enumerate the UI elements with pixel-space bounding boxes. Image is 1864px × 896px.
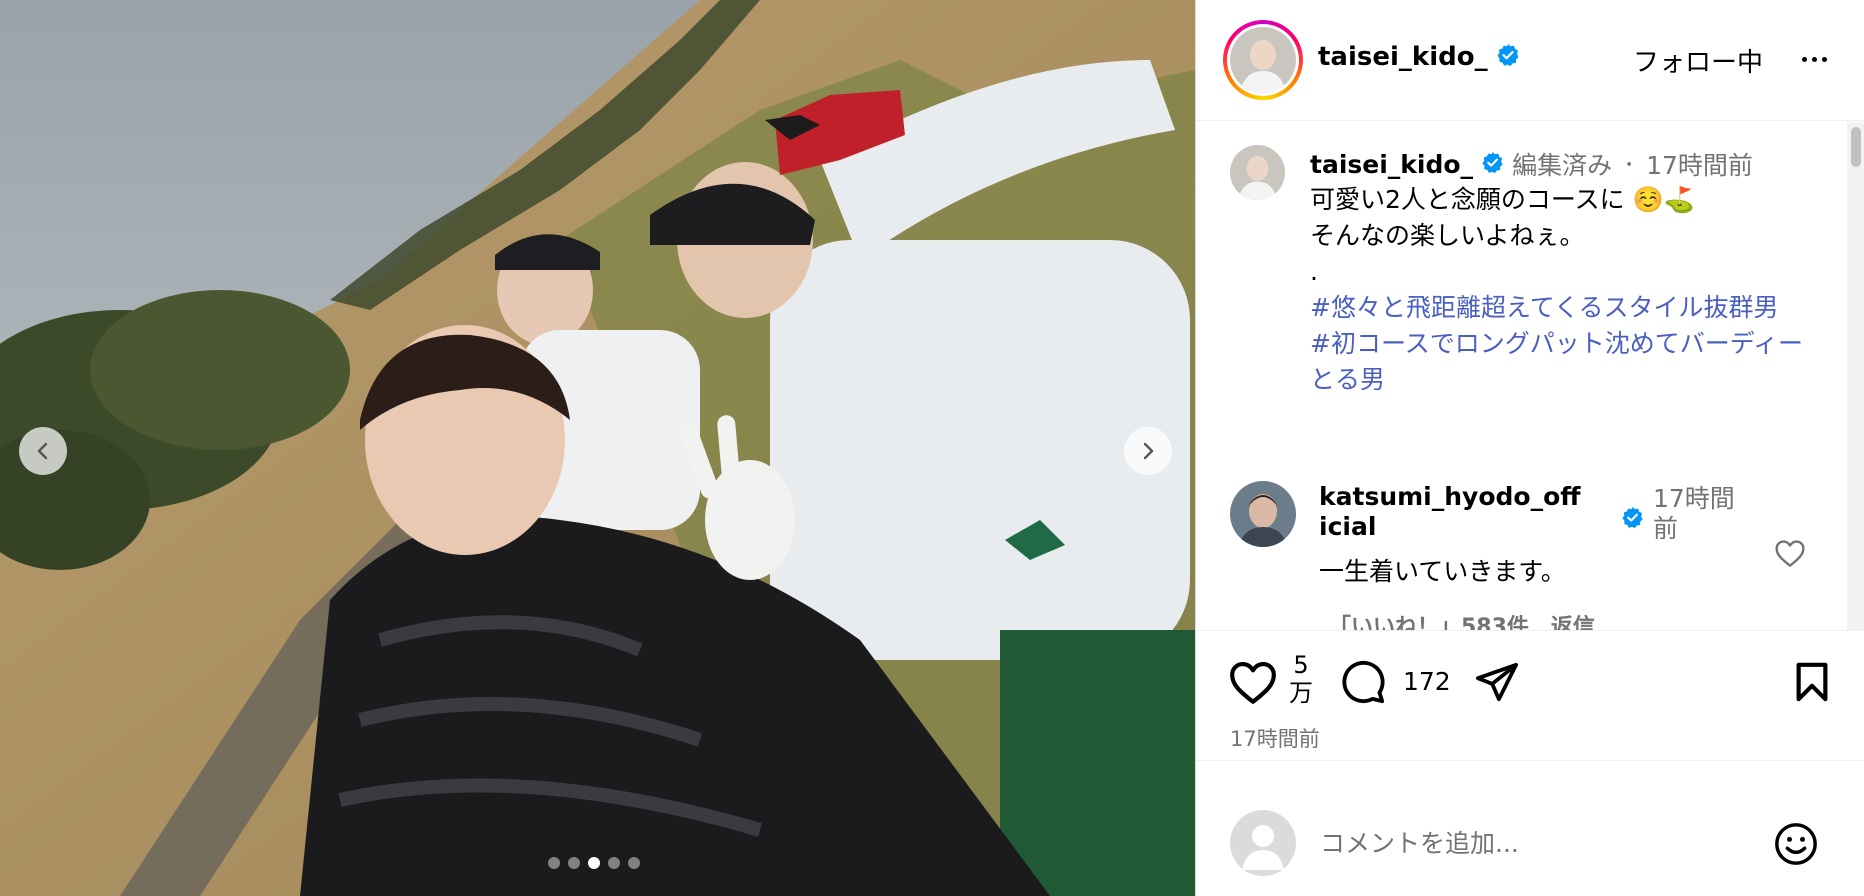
- more-options-icon[interactable]: [1796, 44, 1832, 74]
- caption-timestamp[interactable]: 17時間前: [1646, 146, 1753, 182]
- like-heart-icon[interactable]: [1228, 659, 1278, 709]
- like-count-char: 万: [1289, 679, 1313, 707]
- comment-likes-reply[interactable]: 「いいね！」583件 返信: [1329, 609, 1595, 630]
- caption-line: そんなの楽しいよねぇ。: [1310, 221, 1585, 250]
- comment-count: 172: [1403, 667, 1451, 696]
- meta-separator: ・: [1620, 155, 1639, 176]
- commenter-avatar[interactable]: [1230, 481, 1296, 547]
- emoji-smiley-icon[interactable]: [1773, 821, 1819, 871]
- hashtag-link[interactable]: #悠々と飛距離超えてくるスタイル抜群男: [1310, 290, 1810, 326]
- verified-badge-icon: [1621, 506, 1644, 533]
- caption-line: .: [1310, 257, 1318, 286]
- edited-label: 編集済み: [1512, 151, 1613, 180]
- author-avatar: [1230, 27, 1296, 93]
- verified-badge-icon: [1496, 43, 1520, 71]
- caption-author-avatar[interactable]: [1230, 145, 1285, 200]
- author-avatar-story-ring[interactable]: [1223, 20, 1303, 100]
- previous-photo-button[interactable]: [19, 427, 67, 475]
- chevron-right-icon: [1143, 442, 1154, 460]
- comments-scrollbar[interactable]: [1847, 122, 1864, 630]
- comment-timestamp[interactable]: 17時間前: [1653, 484, 1753, 544]
- verified-badge-icon: [1481, 151, 1504, 178]
- carousel-dot: [588, 857, 600, 869]
- chevron-left-icon: [37, 442, 48, 460]
- post-actions: 5万 172 17時間前: [1196, 630, 1864, 760]
- caption-line: 可愛い2人と念願のコースに ☺️⛳: [1310, 185, 1695, 214]
- hashtag-link[interactable]: #初コースでロングパット沈めてバーディーとる男: [1310, 326, 1810, 398]
- share-paper-plane-icon[interactable]: [1474, 661, 1520, 707]
- caption-username[interactable]: taisei_kido_: [1310, 150, 1473, 179]
- carousel-indicator: [548, 857, 640, 869]
- current-user-avatar: [1230, 810, 1296, 876]
- comment-text: 一生着いていきます。: [1319, 557, 1566, 586]
- bookmark-icon[interactable]: [1792, 661, 1832, 707]
- add-comment-bar: [1196, 760, 1864, 896]
- author-username[interactable]: taisei_kido_: [1318, 42, 1488, 72]
- carousel-dot: [548, 857, 560, 869]
- post-side-panel: taisei_kido_ フォロー中 taisei_kido_ 編集済み ・ 1…: [1195, 0, 1864, 896]
- comment-like-heart-icon[interactable]: [1774, 538, 1806, 572]
- post-timestamp[interactable]: 17時間前: [1230, 723, 1320, 753]
- like-count[interactable]: 5万: [1288, 651, 1314, 707]
- next-photo-button[interactable]: [1124, 427, 1172, 475]
- post-header: taisei_kido_ フォロー中: [1196, 0, 1864, 121]
- carousel-dot: [608, 857, 620, 869]
- comment-bubble-icon[interactable]: [1339, 659, 1387, 709]
- like-count-char: 5: [1293, 651, 1309, 679]
- comments-section[interactable]: taisei_kido_ 編集済み ・ 17時間前 可愛い2人と念願のコースに …: [1196, 122, 1864, 630]
- caption-text: 可愛い2人と念願のコースに ☺️⛳ そんなの楽しいよねぇ。 . #悠々と飛距離超…: [1310, 182, 1810, 398]
- carousel-dot: [628, 857, 640, 869]
- comment-input[interactable]: [1320, 821, 1720, 865]
- post-photo: [0, 0, 1195, 896]
- following-button[interactable]: フォロー中: [1633, 42, 1763, 79]
- commenter-username[interactable]: katsumi_hyodo_official: [1319, 482, 1581, 542]
- carousel-dot: [568, 857, 580, 869]
- selfie-image: [0, 0, 1195, 896]
